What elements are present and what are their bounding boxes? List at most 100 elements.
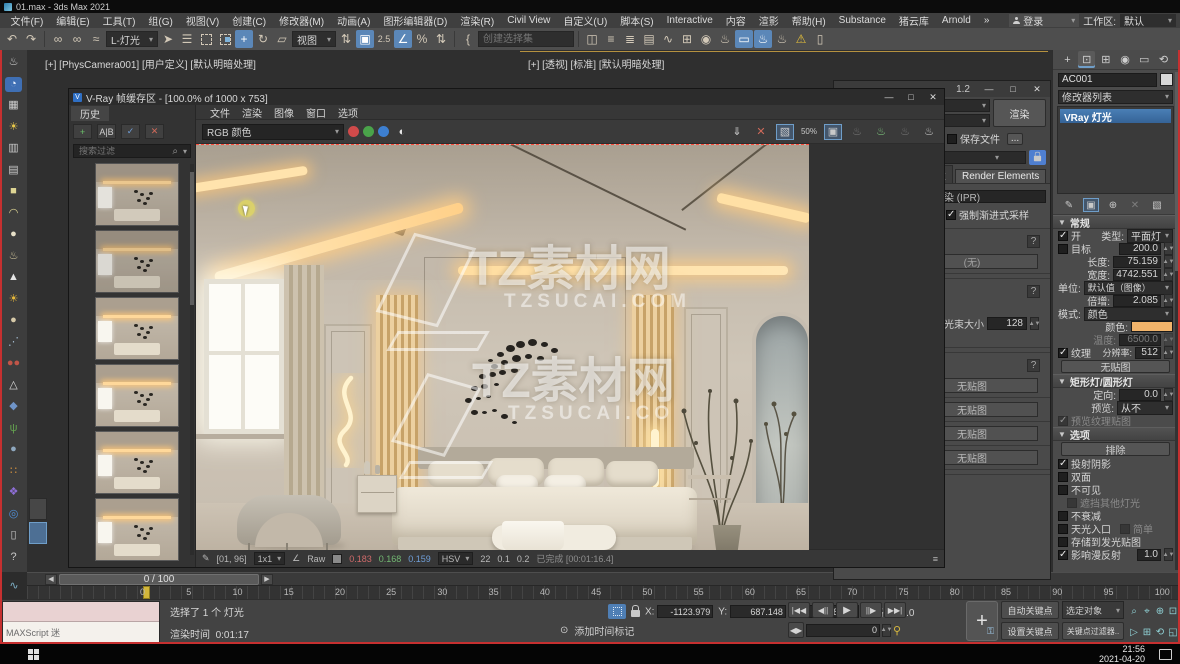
camera-icon[interactable]: ▤ bbox=[2, 160, 25, 182]
vfb-menu-item[interactable]: 文件 bbox=[204, 105, 236, 119]
tab-create[interactable]: + bbox=[1059, 51, 1076, 68]
menu-item[interactable]: 帮助(H) bbox=[785, 13, 832, 28]
redo-button[interactable]: ↷ bbox=[22, 30, 40, 48]
taskbar-clock[interactable]: 21:56 2021-04-20 bbox=[1099, 644, 1145, 664]
history-scrollbar[interactable] bbox=[190, 164, 194, 555]
viewport-layout-tab[interactable] bbox=[29, 498, 47, 520]
select-by-name-button[interactable]: ☰ bbox=[178, 30, 196, 48]
menu-item[interactable]: Substance bbox=[832, 13, 892, 28]
key-mode-icon[interactable]: ⚲ bbox=[893, 624, 901, 637]
vray-frame-buffer-window[interactable]: V V-Ray 帧缓存区 - [100.0% of 1000 x 753] — … bbox=[68, 88, 945, 568]
previous-frame-button[interactable]: ◀|| bbox=[812, 602, 834, 618]
rectangular-region-button[interactable] bbox=[197, 30, 215, 48]
palette-icon[interactable]: ❖ bbox=[2, 482, 25, 504]
go-to-start-button[interactable]: |◀◀ bbox=[788, 602, 810, 618]
spinner-snap-button[interactable]: ⇅ bbox=[432, 30, 450, 48]
snap-toggle-button[interactable]: ▣ bbox=[356, 30, 374, 48]
teapot2-icon[interactable]: ♨ bbox=[2, 246, 25, 268]
use-center-button[interactable]: ⇅ bbox=[337, 30, 355, 48]
snap-25d-button[interactable]: 2.5 bbox=[375, 30, 393, 48]
close-icon[interactable]: ✕ bbox=[1026, 83, 1048, 96]
blue-channel-button[interactable] bbox=[378, 126, 389, 137]
render-last-button[interactable]: ♨ bbox=[872, 124, 890, 140]
menu-item[interactable]: Arnold bbox=[935, 13, 977, 28]
viewport-layout-tab-active[interactable] bbox=[29, 522, 47, 544]
trackbar-curve-icon[interactable]: ∿ bbox=[4, 573, 24, 597]
spinner[interactable]: ▲▼ bbox=[882, 624, 891, 637]
render-setup-button[interactable]: ♨ bbox=[716, 30, 734, 48]
menu-item[interactable]: Civil View bbox=[501, 13, 557, 28]
vray-camera-icon[interactable]: ◔ bbox=[2, 74, 25, 96]
cone-icon[interactable]: ▲ bbox=[2, 267, 25, 289]
menu-item[interactable]: 动画(A) bbox=[331, 13, 377, 28]
menu-item[interactable]: 组(G) bbox=[142, 13, 179, 28]
curve-editor-button[interactable]: ∿ bbox=[659, 30, 677, 48]
render-production-button[interactable]: ♨ bbox=[754, 30, 772, 48]
render-iterative-icon[interactable]: ♨ bbox=[896, 124, 914, 140]
affect-diffuse-checkbox[interactable] bbox=[1058, 550, 1068, 560]
menu-item[interactable]: 猪云库 bbox=[892, 13, 935, 28]
help-icon[interactable]: ? bbox=[1027, 359, 1040, 372]
sun-icon[interactable]: ☀ bbox=[2, 289, 25, 311]
remove-modifier-button[interactable]: ✕ bbox=[1127, 198, 1143, 212]
frame-field[interactable] bbox=[806, 624, 880, 637]
object-color-swatch[interactable] bbox=[1160, 73, 1173, 86]
spinner[interactable]: ▲▼ bbox=[1164, 388, 1173, 401]
zoom-extents-icon[interactable]: ⊕ bbox=[1154, 601, 1166, 621]
menu-item[interactable]: 工具(T) bbox=[96, 13, 142, 28]
vfb-menu-item[interactable]: 窗口 bbox=[300, 105, 332, 119]
history-remove-button[interactable]: ✕ bbox=[145, 124, 164, 139]
store-irradiance-checkbox[interactable] bbox=[1058, 537, 1068, 547]
green-channel-button[interactable] bbox=[363, 126, 374, 137]
menu-item[interactable]: 脚本(S) bbox=[614, 13, 660, 28]
x-coordinate[interactable]: X: bbox=[645, 605, 713, 618]
tab-modify[interactable]: ⊡ bbox=[1078, 51, 1095, 68]
selection-filter-dropdown[interactable]: L-灯光 ▾ bbox=[106, 31, 158, 47]
maxscript-mini-listener[interactable]: MAXScript 迷 bbox=[2, 601, 160, 642]
tab-hierarchy[interactable]: ⊞ bbox=[1097, 51, 1114, 68]
history-thumbnail-list[interactable] bbox=[69, 160, 195, 567]
menu-item[interactable]: 视图(V) bbox=[179, 13, 225, 28]
workspace-dropdown[interactable]: 默认 ▾ bbox=[1120, 14, 1176, 27]
stack-item-vray-light[interactable]: VRay 灯光 bbox=[1060, 109, 1171, 123]
channel-dropdown[interactable]: RGB 颜色 ▾ bbox=[202, 124, 344, 140]
tab-render-elements[interactable]: Render Elements bbox=[955, 169, 1046, 183]
rotate-tool-button[interactable]: ↻ bbox=[254, 30, 272, 48]
mode-dropdown[interactable]: 颜色▾ bbox=[1084, 307, 1173, 321]
menu-item[interactable]: 修改器(M) bbox=[273, 13, 331, 28]
history-thumbnail[interactable] bbox=[95, 431, 179, 494]
menu-item[interactable]: 编辑(E) bbox=[50, 13, 96, 28]
tab-motion[interactable]: ◉ bbox=[1117, 51, 1134, 68]
window-crossing-button[interactable] bbox=[216, 30, 234, 48]
help-icon[interactable]: ? bbox=[2, 547, 25, 569]
alpha-channel-button[interactable]: ◐ bbox=[393, 124, 411, 140]
viewport-label-perspective[interactable]: [+] [透视] [标准] [默认明暗处理] bbox=[528, 56, 664, 71]
bind-spacewarp-button[interactable]: ≈ bbox=[87, 30, 105, 48]
history-thumbnail[interactable] bbox=[95, 498, 179, 561]
vfb-canvas[interactable]: TZ素材网 TZSUCAI.COM TZ素材网 TZSUCAI.CO bbox=[196, 144, 944, 549]
light-on-checkbox[interactable] bbox=[1058, 231, 1068, 241]
track-bar[interactable]: 0510152025303540455055606570758085909510… bbox=[27, 585, 1180, 599]
notification-icon[interactable] bbox=[1159, 649, 1172, 660]
prev-frame-arrow[interactable]: ◀ bbox=[45, 574, 57, 585]
menu-item[interactable]: Interactive bbox=[660, 13, 719, 28]
box-icon[interactable]: ■ bbox=[2, 181, 25, 203]
orient-field[interactable]: 0.0 bbox=[1119, 389, 1161, 401]
target-checkbox[interactable] bbox=[1058, 244, 1068, 254]
lock-view-button[interactable] bbox=[1029, 150, 1046, 165]
spinner[interactable]: ▲▼ bbox=[1164, 346, 1173, 359]
modifier-list-dropdown[interactable]: 修改器列表▾ bbox=[1058, 90, 1173, 104]
named-selection-input[interactable] bbox=[478, 31, 574, 47]
undo-button[interactable]: ↶ bbox=[3, 30, 21, 48]
next-frame-arrow[interactable]: ▶ bbox=[261, 574, 273, 585]
dome-icon[interactable]: ◠ bbox=[2, 203, 25, 225]
sphere-icon[interactable]: ● bbox=[2, 224, 25, 246]
stop-render-button[interactable]: ♨ bbox=[848, 124, 866, 140]
select-object-button[interactable]: ➤ bbox=[159, 30, 177, 48]
tab-display[interactable]: ▭ bbox=[1136, 51, 1153, 68]
orbit-icon[interactable]: ⟲ bbox=[1154, 622, 1166, 642]
beam-size-field[interactable]: 128 bbox=[987, 317, 1027, 330]
move-tool-button[interactable]: + bbox=[235, 30, 253, 48]
spinner[interactable]: ▲▼ bbox=[1164, 268, 1173, 281]
follow-mouse-button[interactable]: ▣ bbox=[824, 124, 842, 140]
